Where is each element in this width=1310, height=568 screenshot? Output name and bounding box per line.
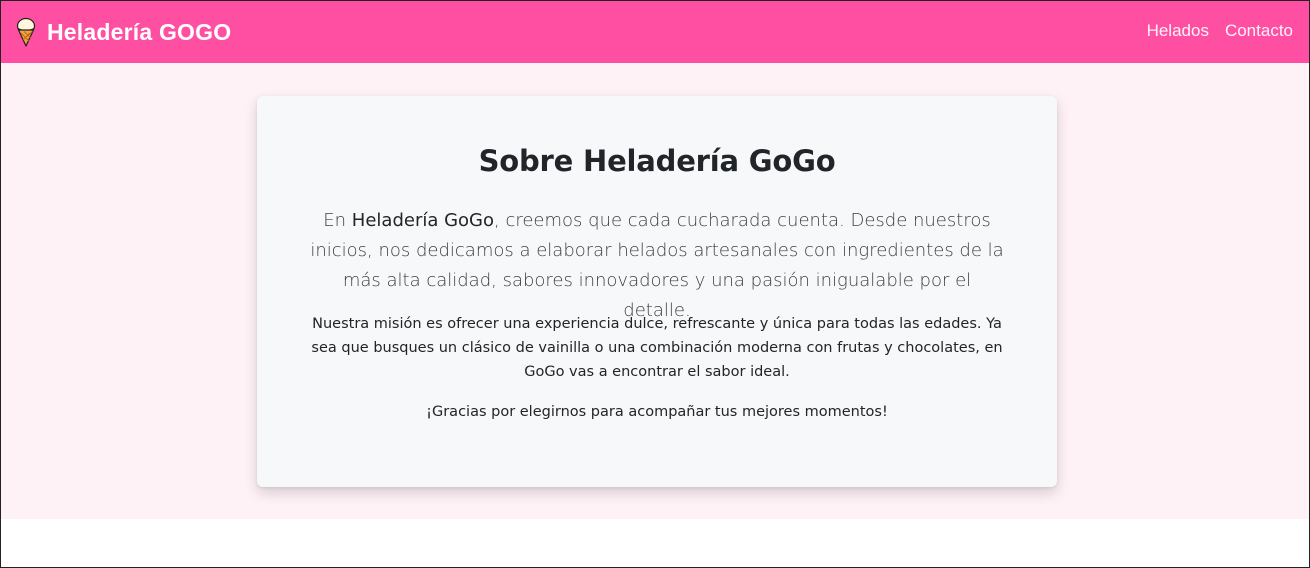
nav-link-contacto[interactable]: Contacto (1225, 21, 1293, 41)
browser-viewport: Heladería GOGO Helados Contacto Sobre He… (0, 0, 1310, 568)
about-lead: En Heladería GoGo, creemos que cada cuch… (307, 206, 1007, 326)
lead-prefix: En (323, 210, 352, 231)
about-card: Sobre Heladería GoGo En Heladería GoGo, … (257, 96, 1057, 487)
brand-link[interactable]: Heladería GOGO (15, 17, 231, 47)
lead-brand: Heladería GoGo (351, 210, 495, 231)
thanks-text: ¡Gracias por elegirnos para acompañar tu… (426, 404, 888, 420)
navbar: Heladería GOGO Helados Contacto (1, 1, 1309, 63)
ice-cream-cone-icon (16, 17, 36, 47)
about-title: Sobre Heladería GoGo (478, 144, 836, 178)
mission-text: Nuestra misión es ofrecer una experienci… (311, 316, 1003, 380)
nav-links: Helados Contacto (1147, 21, 1293, 41)
about-section: Sobre Heladería GoGo En Heladería GoGo, … (1, 63, 1309, 519)
nav-link-helados[interactable]: Helados (1147, 21, 1209, 41)
brand-name: Heladería GOGO (47, 18, 232, 45)
